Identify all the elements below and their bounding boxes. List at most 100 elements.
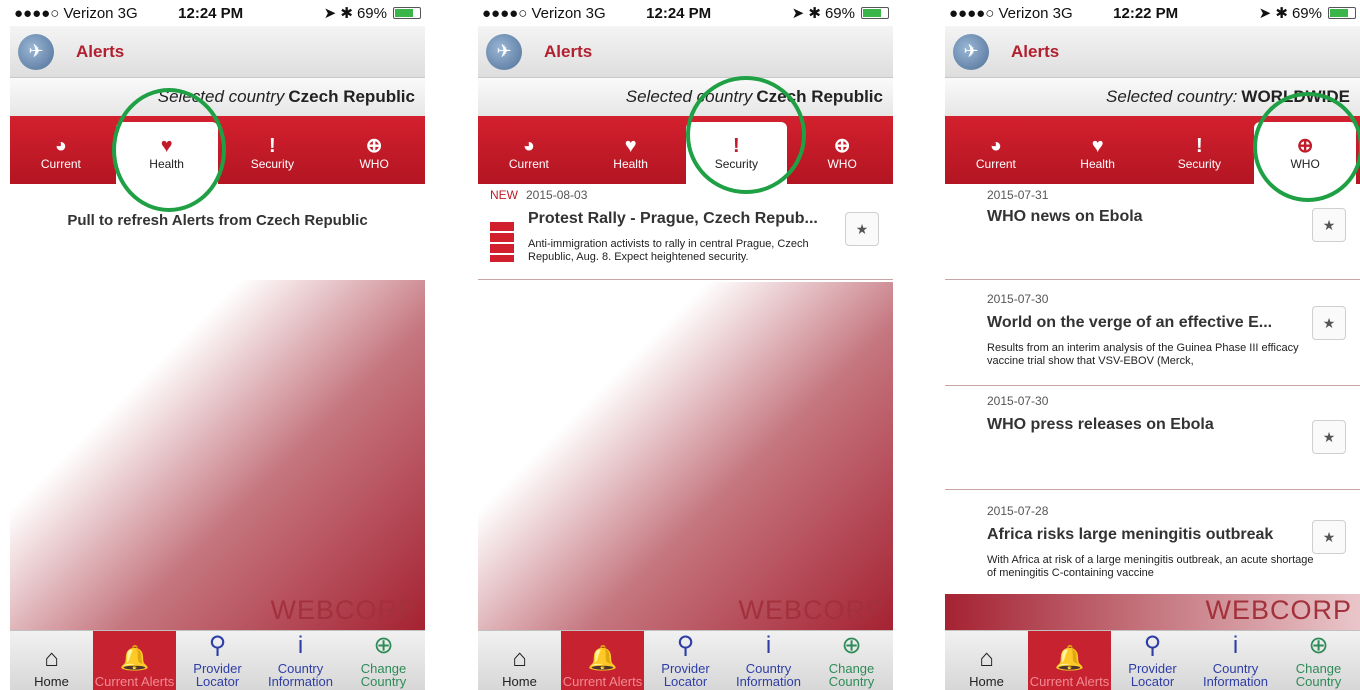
alert-title: WHO press releases on Ebola	[987, 416, 1214, 433]
battery-icon	[1328, 7, 1356, 19]
alert-date: 2015-07-30	[987, 292, 1049, 306]
tab-label: Health	[613, 157, 648, 171]
nav-label: Home	[34, 674, 69, 689]
alert-date: 2015-07-31	[987, 188, 1049, 202]
alarm-bell-icon: 🔔	[1054, 645, 1085, 672]
tab-label: WHO	[359, 157, 389, 171]
tab-security[interactable]: ! Security	[222, 122, 324, 184]
nav-label: Current Alerts	[562, 674, 643, 689]
tab-label: Security	[250, 157, 295, 171]
star-icon[interactable]: ★	[1312, 420, 1346, 454]
star-icon[interactable]: ★	[1312, 306, 1346, 340]
alert-date: 2015-07-28	[987, 504, 1049, 518]
tab-health[interactable]: ♥ Health	[115, 122, 218, 184]
star-icon[interactable]: ★	[1312, 208, 1346, 242]
alert-description: With Africa at risk of a large meningiti…	[987, 554, 1314, 579]
tab-who[interactable]: ⊕ WHO	[323, 122, 425, 184]
brand-watermark: WEBCORP	[738, 595, 885, 625]
country-label: Selected country	[157, 87, 285, 106]
alert-item[interactable]: 2015-07-28 Africa risks large meningitis…	[945, 490, 1360, 590]
carrier-label: ●●●●○ Verizon 3G	[482, 4, 606, 22]
alert-tabs: ◕ Current ♥ Health ! Security ⊕ WHO	[945, 116, 1360, 184]
alert-description: Results from an interim analysis of the …	[987, 342, 1299, 367]
tab-current[interactable]: ◕ Current	[10, 122, 112, 184]
heart-icon: ♥	[624, 135, 637, 157]
country-value: WORLDWIDE	[1241, 87, 1350, 106]
tab-label: Current	[40, 157, 81, 171]
tab-label: Current	[975, 157, 1016, 171]
nav-change-country[interactable]: ⊕ Change Country	[1277, 631, 1360, 690]
status-right: ➤ ✱ 69%	[1259, 4, 1356, 22]
czech-flag-icon	[490, 222, 514, 262]
plane-globe-icon[interactable]: ✈	[18, 33, 54, 70]
status-bar: ●●●●○ Verizon 3G 12:24 PM ➤ ✱ 69%	[10, 0, 425, 26]
alert-title: World on the verge of an effective E...	[987, 314, 1273, 331]
nav-provider-locator[interactable]: ⚲ Provider Locator	[176, 631, 259, 690]
app-title: Alerts	[76, 41, 125, 61]
info-icon: i	[297, 632, 304, 659]
nav-current-alerts[interactable]: 🔔 Current Alerts	[1028, 631, 1111, 690]
new-badge: NEW	[490, 188, 518, 202]
nav-country-information[interactable]: i Country Information	[1194, 631, 1277, 690]
nav-label: Country Information	[735, 661, 802, 689]
tab-who[interactable]: ⊕ WHO	[791, 122, 893, 184]
nav-label: Change Country	[1295, 661, 1342, 689]
bottom-nav: ⌂ Home 🔔 Current Alerts ⚲ Provider Locator …	[945, 630, 1360, 690]
exclamation-icon: !	[1196, 135, 1203, 157]
plane-globe-icon[interactable]: ✈	[953, 33, 989, 70]
nav-current-alerts[interactable]: 🔔 Current Alerts	[93, 631, 176, 690]
alert-tabs: ◕ Current ♥ Health ! Security ⊕ WHO	[478, 116, 893, 184]
battery-icon	[393, 7, 421, 19]
alert-item[interactable]: 2015-07-30 World on the verge of an effe…	[945, 280, 1360, 386]
brand-watermark: WEBCORP	[1205, 595, 1352, 625]
nav-home[interactable]: ⌂ Home	[478, 631, 561, 690]
screen-who: ●●●●○ Verizon 3G 12:22 PM ➤ ✱ 69% ✈ Aler…	[945, 0, 1360, 690]
selected-country-bar: Selected country: WORLDWIDE	[945, 78, 1360, 116]
nav-provider-locator[interactable]: ⚲ Provider Locator	[1111, 631, 1194, 690]
battery-icon	[861, 7, 889, 19]
alarm-bell-icon: 🔔	[119, 645, 150, 672]
plane-globe-icon[interactable]: ✈	[486, 33, 522, 70]
background-gradient	[478, 282, 893, 630]
nav-provider-locator[interactable]: ⚲ Provider Locator	[644, 631, 727, 690]
alert-item[interactable]: NEW 2015-08-03 Protest Rally - Prague, Cz…	[478, 184, 893, 280]
star-icon[interactable]: ★	[845, 212, 879, 246]
tab-health[interactable]: ♥ Health	[1047, 122, 1149, 184]
nav-label: Home	[502, 674, 537, 689]
tab-security[interactable]: ! Security	[685, 122, 788, 184]
country-value: Czech Republic	[288, 87, 415, 106]
nav-current-alerts[interactable]: 🔔 Current Alerts	[561, 631, 644, 690]
status-bar: ●●●●○ Verizon 3G 12:24 PM ➤ ✱ 69%	[478, 0, 893, 26]
nav-change-country[interactable]: ⊕ Change Country	[342, 631, 425, 690]
home-icon: ⌂	[512, 645, 527, 672]
globe-icon: ⊕	[833, 135, 851, 157]
tab-who[interactable]: ⊕ WHO	[1254, 122, 1356, 184]
alert-item[interactable]: 2015-07-30 WHO press releases on Ebola ★	[945, 386, 1360, 490]
nav-label: Country Information	[267, 661, 334, 689]
alert-item[interactable]: 2015-07-31 WHO news on Ebola ★	[945, 184, 1360, 280]
tab-current[interactable]: ◕ Current	[478, 122, 580, 184]
nav-home[interactable]: ⌂ Home	[10, 631, 93, 690]
star-icon[interactable]: ★	[1312, 520, 1346, 554]
exclamation-icon: !	[733, 135, 740, 157]
background-gradient	[10, 280, 425, 630]
nav-change-country[interactable]: ⊕ Change Country	[810, 631, 893, 690]
nav-country-information[interactable]: i Country Information	[259, 631, 342, 690]
app-title: Alerts	[1011, 41, 1060, 61]
status-bar: ●●●●○ Verizon 3G 12:22 PM ➤ ✱ 69%	[945, 0, 1360, 26]
selected-country-bar: Selected country Czech Republic	[478, 78, 893, 116]
alert-tabs: ◕ Current ♥ Health ! Security ⊕ WHO	[10, 116, 425, 184]
alert-date: 2015-07-30	[987, 394, 1049, 408]
pie-icon: ◕	[989, 135, 1002, 157]
map-pin-globe-icon: ⊕	[1308, 632, 1329, 659]
tab-health[interactable]: ♥ Health	[580, 122, 682, 184]
nav-country-information[interactable]: i Country Information	[727, 631, 810, 690]
magnifier-icon: ⚲	[208, 632, 227, 659]
tab-security[interactable]: ! Security	[1149, 122, 1251, 184]
info-icon: i	[1232, 632, 1239, 659]
alarm-bell-icon: 🔔	[587, 645, 618, 672]
pie-icon: ◕	[54, 135, 67, 157]
tab-current[interactable]: ◕ Current	[945, 122, 1047, 184]
nav-home[interactable]: ⌂ Home	[945, 631, 1028, 690]
status-right: ➤ ✱ 69%	[792, 4, 889, 22]
